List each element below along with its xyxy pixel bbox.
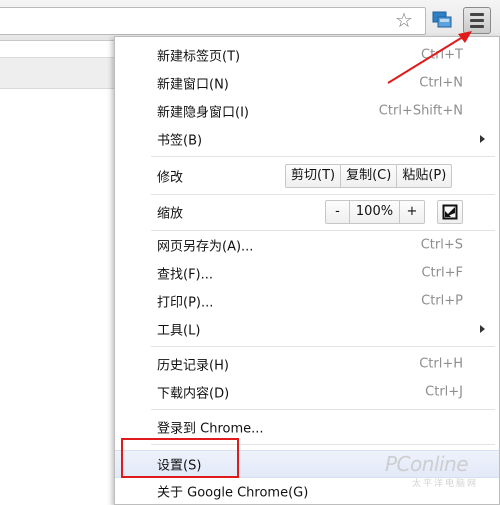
menu-item-print[interactable]: 打印(P)... Ctrl+P xyxy=(115,288,499,314)
menu-separator xyxy=(151,409,495,410)
menu-item-label: 工具(L) xyxy=(157,323,201,339)
menu-item-history[interactable]: 历史记录(H) Ctrl+H xyxy=(115,351,499,377)
menu-item-label: 新建隐身窗口(I) xyxy=(157,105,249,121)
menu-item-label: 新建标签页(T) xyxy=(157,49,241,65)
menu-item-find[interactable]: 查找(F)... Ctrl+F xyxy=(115,260,499,286)
menu-separator xyxy=(151,156,495,157)
zoom-button-group: - 100% + xyxy=(325,200,425,224)
zoom-level: 100% xyxy=(350,201,400,223)
zoom-in-button[interactable]: + xyxy=(400,201,424,223)
menu-item-label: 书签(B) xyxy=(157,133,203,149)
menu-item-label: 新建窗口(N) xyxy=(157,77,229,93)
menu-item-label: 网页另存为(A)... xyxy=(157,239,254,255)
menu-item-label: 打印(P)... xyxy=(157,295,214,311)
menu-item-shortcut: Ctrl+P xyxy=(421,293,463,309)
menu-separator xyxy=(151,346,495,347)
watermark-brand: PConline xyxy=(385,452,469,476)
menu-item-label: 关于 Google Chrome(G) xyxy=(157,485,309,501)
menu-item-edit: 修改 剪切(T) 复制(C) 粘贴(P) xyxy=(115,161,499,191)
copy-button[interactable]: 复制(C) xyxy=(341,165,398,187)
bookmark-bar xyxy=(0,57,116,89)
menu-item-tools[interactable]: 工具(L) xyxy=(115,316,499,342)
menu-item-save-page[interactable]: 网页另存为(A)... Ctrl+S xyxy=(115,232,499,258)
watermark-subtitle: 太平洋电脑网 xyxy=(412,479,479,489)
menu-item-label: 查找(F)... xyxy=(157,267,214,283)
red-box-annotation xyxy=(121,438,239,478)
menu-item-label: 登录到 Chrome... xyxy=(157,421,264,437)
submenu-arrow-icon xyxy=(480,325,485,333)
menu-item-label: 历史记录(H) xyxy=(157,358,229,374)
menu-item-shortcut: Ctrl+S xyxy=(420,237,463,253)
zoom-out-button[interactable]: - xyxy=(326,201,350,223)
menu-item-label: 修改 xyxy=(157,170,184,186)
menu-item-shortcut: Ctrl+Shift+N xyxy=(378,103,463,119)
address-bar[interactable] xyxy=(0,7,426,35)
menu-item-label: 缩放 xyxy=(157,206,184,222)
menu-item-shortcut: Ctrl+H xyxy=(419,356,463,372)
menu-item-sign-in[interactable]: 登录到 Chrome... xyxy=(115,414,499,440)
menu-item-bookmarks[interactable]: 书签(B) xyxy=(115,126,499,152)
menu-item-zoom: 缩放 - 100% + xyxy=(115,197,499,227)
red-arrow-annotation xyxy=(387,31,472,84)
menu-separator xyxy=(151,230,495,231)
menu-item-label: 下载内容(D) xyxy=(157,386,230,402)
menu-separator xyxy=(151,194,495,195)
cut-button[interactable]: 剪切(T) xyxy=(286,165,342,187)
menu-item-shortcut: Ctrl+J xyxy=(425,384,463,400)
submenu-arrow-icon xyxy=(480,135,485,143)
menu-item-new-incognito-window[interactable]: 新建隐身窗口(I) Ctrl+Shift+N xyxy=(115,98,499,124)
chrome-menu: 新建标签页(T) Ctrl+T 新建窗口(N) Ctrl+N 新建隐身窗口(I)… xyxy=(114,36,500,505)
paste-button[interactable]: 粘贴(P) xyxy=(397,165,451,187)
fullscreen-icon[interactable] xyxy=(437,200,463,224)
edit-button-group: 剪切(T) 复制(C) 粘贴(P) xyxy=(285,164,453,188)
menu-item-downloads[interactable]: 下载内容(D) Ctrl+J xyxy=(115,379,499,405)
menu-item-shortcut: Ctrl+F xyxy=(421,265,463,281)
